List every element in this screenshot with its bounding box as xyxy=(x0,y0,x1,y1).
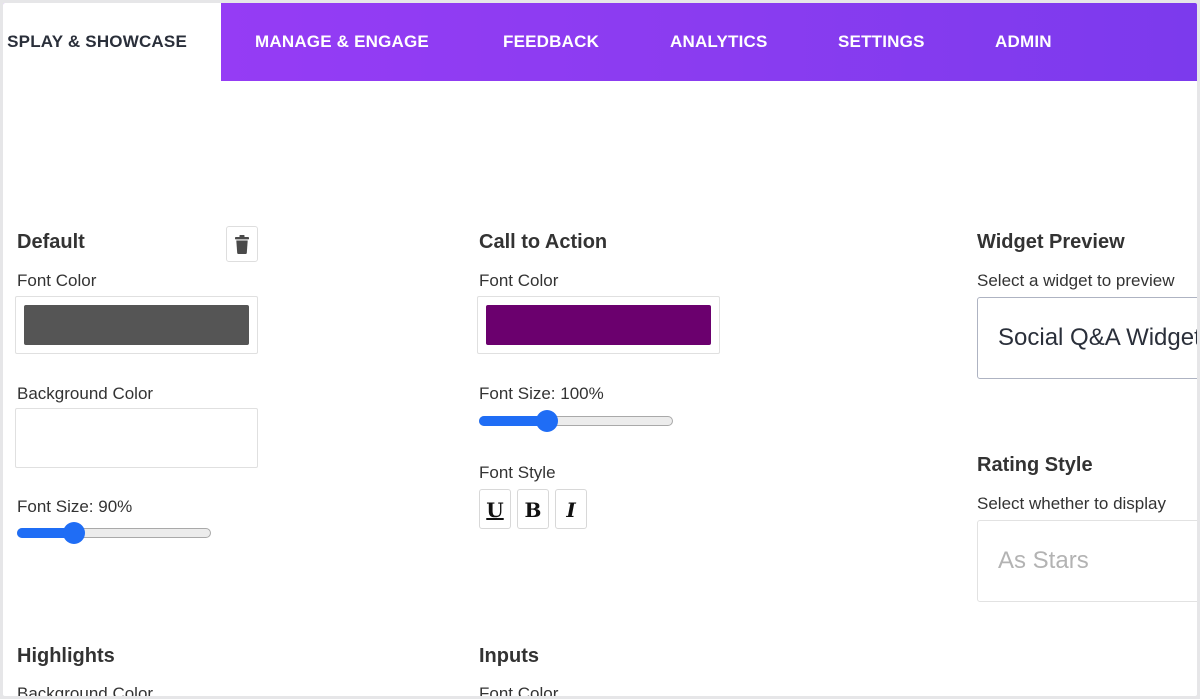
app-frame: SPLAY & SHOWCASE MANAGE & ENGAGE FEEDBAC… xyxy=(3,3,1197,696)
inputs-font-color-label: Font Color xyxy=(479,684,559,696)
cta-font-style-label: Font Style xyxy=(479,463,556,482)
default-font-size-label: Font Size: 90% xyxy=(17,497,133,516)
default-background-color-picker[interactable] xyxy=(15,408,258,468)
tab-label: SPLAY & SHOWCASE xyxy=(7,32,187,51)
underline-button[interactable]: U xyxy=(479,489,511,529)
bold-button[interactable]: B xyxy=(517,489,549,529)
cta-heading: Call to Action xyxy=(479,231,608,253)
default-background-color-label: Background Color xyxy=(17,384,154,403)
cta-font-color-label: Font Color xyxy=(479,271,559,290)
rating-style-placeholder: As Stars xyxy=(998,547,1089,574)
widget-preview-description: Select a widget to preview xyxy=(977,271,1175,290)
color-swatch xyxy=(24,417,249,459)
slider-thumb[interactable] xyxy=(62,522,85,544)
tab-analytics[interactable]: ANALYTICS xyxy=(670,3,768,81)
delete-style-button[interactable] xyxy=(226,226,258,262)
widget-preview-select[interactable]: Social Q&A Widget xyxy=(977,297,1197,379)
rating-style-select[interactable]: As Stars xyxy=(977,520,1197,602)
tab-display-showcase[interactable]: SPLAY & SHOWCASE xyxy=(3,3,221,81)
tab-admin[interactable]: ADMIN xyxy=(995,3,1052,81)
default-heading: Default xyxy=(17,231,85,253)
cta-font-size-label: Font Size: 100% xyxy=(479,384,604,403)
default-font-size-slider[interactable] xyxy=(17,522,211,544)
top-nav: SPLAY & SHOWCASE MANAGE & ENGAGE FEEDBAC… xyxy=(3,3,1197,81)
rating-style-heading: Rating Style xyxy=(977,454,1093,476)
default-font-color-picker[interactable] xyxy=(15,296,258,354)
cta-font-color-picker[interactable] xyxy=(477,296,720,354)
color-swatch xyxy=(486,305,711,345)
widget-preview-selected: Social Q&A Widget xyxy=(998,324,1197,351)
widget-preview-heading: Widget Preview xyxy=(977,231,1125,253)
tab-feedback[interactable]: FEEDBACK xyxy=(503,3,599,81)
italic-button[interactable]: I xyxy=(555,489,587,529)
inputs-heading: Inputs xyxy=(479,645,539,667)
slider-thumb[interactable] xyxy=(536,410,559,432)
tab-manage-engage[interactable]: MANAGE & ENGAGE xyxy=(255,3,429,81)
color-swatch xyxy=(24,305,249,345)
rating-style-description: Select whether to display xyxy=(977,494,1166,513)
highlights-heading: Highlights xyxy=(17,645,115,667)
cta-font-size-slider[interactable] xyxy=(479,410,673,432)
default-font-color-label: Font Color xyxy=(17,271,97,290)
tab-settings[interactable]: SETTINGS xyxy=(838,3,925,81)
trash-icon xyxy=(235,235,249,254)
highlights-background-color-label: Background Color xyxy=(17,684,154,696)
